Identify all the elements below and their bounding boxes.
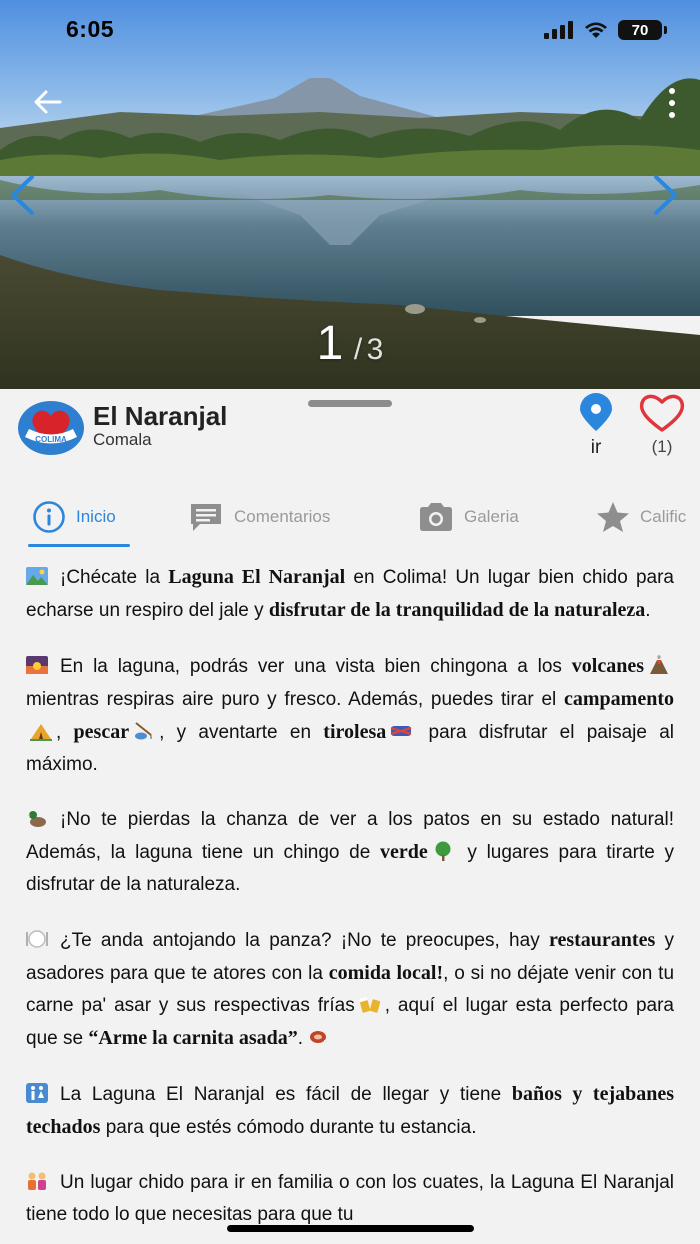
p2-bold-1: volcanes — [571, 655, 644, 677]
favorite-count: (1) — [651, 437, 673, 456]
tab-galeria[interactable]: Galeria — [418, 489, 519, 545]
p2-text-d: , — [56, 722, 62, 743]
p2-text-a: En la laguna, podrás ver una vista bien … — [60, 656, 562, 677]
tab-label: Inicio — [76, 507, 116, 526]
p1-text-a: ¡Chécate la — [60, 567, 161, 588]
info-icon — [33, 501, 65, 533]
back-arrow-icon[interactable] — [30, 84, 66, 120]
description-text: ¡Chécate la Laguna El Naranjal en Colima… — [26, 561, 674, 1244]
paragraph-5: La Laguna El Naranjal es fácil de llegar… — [26, 1078, 674, 1144]
p2-bold-3: pescar — [73, 721, 130, 743]
status-bar: 6:05 70 — [0, 0, 700, 62]
status-icons: 70 — [544, 20, 667, 40]
gallery-current: 1 — [316, 317, 344, 370]
beers-emoji-icon — [358, 997, 380, 1013]
zipline-emoji-icon — [390, 726, 412, 736]
go-button[interactable]: ir — [574, 393, 618, 458]
p2-bold-4: tirolesa — [323, 721, 387, 743]
p4-text-a: ¿Te anda antojando la panza? ¡No te preo… — [60, 930, 540, 951]
star-icon — [597, 502, 629, 532]
tab-inicio[interactable]: Inicio — [32, 489, 116, 545]
p3-bold-1: verde — [379, 841, 428, 863]
paragraph-3: ¡No te pierdas la chanza de ver a los pa… — [26, 804, 674, 901]
tab-calificaciones[interactable]: Calific — [596, 489, 686, 545]
restroom-emoji-icon — [26, 1083, 48, 1103]
comment-icon — [191, 504, 221, 531]
p1-bold-1: Laguna El Naranjal — [168, 566, 346, 588]
sheet-grabber[interactable] — [308, 400, 392, 407]
p2-text-e: , y aventarte en — [159, 722, 312, 743]
signal-icon — [544, 21, 573, 39]
sunset-emoji-icon — [26, 656, 48, 674]
tab-bar: Inicio Comentarios Galeria Calific — [0, 489, 700, 549]
p2-bold-2: campamento — [564, 688, 674, 710]
p4-bold-1: restaurantes — [548, 929, 656, 951]
paragraph-6: Un lugar chido para ir en familia o con … — [26, 1167, 674, 1231]
tab-label: Comentarios — [234, 507, 331, 526]
meat-emoji-icon — [310, 1031, 329, 1043]
status-time: 6:05 — [66, 16, 115, 42]
home-indicator[interactable] — [227, 1225, 474, 1232]
colima-logo-text: COLIMA — [35, 435, 67, 444]
tab-label: Galeria — [464, 507, 519, 526]
tab-comentarios[interactable]: Comentarios — [188, 489, 330, 545]
p1-text-d: . — [645, 600, 651, 621]
tab-label: Calific — [640, 507, 687, 526]
gallery-counter: 1 / 3 — [0, 316, 700, 371]
tree-emoji-icon — [435, 841, 451, 861]
chevron-right-icon[interactable] — [650, 174, 682, 216]
paragraph-2: En la laguna, podrás ver una vista bien … — [26, 650, 674, 781]
active-tab-indicator — [28, 544, 130, 547]
p4-bold-2: comida local! — [328, 962, 444, 984]
more-vert-icon[interactable] — [666, 86, 678, 120]
p2-text-c: mientras respiras aire puro y fresco. Ad… — [26, 689, 557, 710]
p4-bold-3: “Arme la carnita asada” — [88, 1027, 298, 1049]
tent-emoji-icon — [30, 724, 52, 741]
go-label: ir — [590, 437, 602, 458]
p6-text-a: Un lugar chido para ir en familia o con … — [26, 1172, 674, 1225]
colima-logo: COLIMA — [18, 401, 84, 455]
map-pin-icon — [580, 393, 612, 431]
p1-bold-2: disfrutar de la tranquilidad de la natur… — [268, 599, 646, 621]
heart-outline-icon — [639, 394, 685, 432]
p5-text-c: para que estés cómodo durante tu estanci… — [105, 1117, 477, 1138]
battery-icon: 70 — [618, 20, 667, 40]
gallery-separator: / — [353, 333, 363, 366]
gallery-total: 3 — [366, 333, 384, 366]
paragraph-4: ¿Te anda antojando la panza? ¡No te preo… — [26, 924, 674, 1055]
plate-emoji-icon — [26, 930, 48, 948]
fishing-emoji-icon — [135, 722, 152, 740]
family-emoji-icon — [28, 1172, 46, 1190]
place-subtitle: Comala — [93, 430, 152, 449]
camera-icon — [420, 503, 452, 531]
battery-level: 70 — [631, 21, 649, 39]
volcano-emoji-icon — [650, 655, 668, 674]
paragraph-1: ¡Chécate la Laguna El Naranjal en Colima… — [26, 561, 674, 627]
favorite-button[interactable]: (1) — [634, 393, 690, 457]
p4-text-f: . — [297, 1028, 304, 1049]
place-title: El Naranjal — [93, 401, 228, 431]
duck-emoji-icon — [28, 811, 46, 827]
landscape-emoji-icon — [26, 567, 48, 585]
photo-gallery[interactable]: 6:05 70 1 / 3 — [0, 0, 700, 389]
wifi-icon — [585, 22, 607, 38]
p5-text-a: La Laguna El Naranjal es fácil de llegar… — [60, 1084, 502, 1105]
chevron-left-icon[interactable] — [6, 174, 38, 216]
